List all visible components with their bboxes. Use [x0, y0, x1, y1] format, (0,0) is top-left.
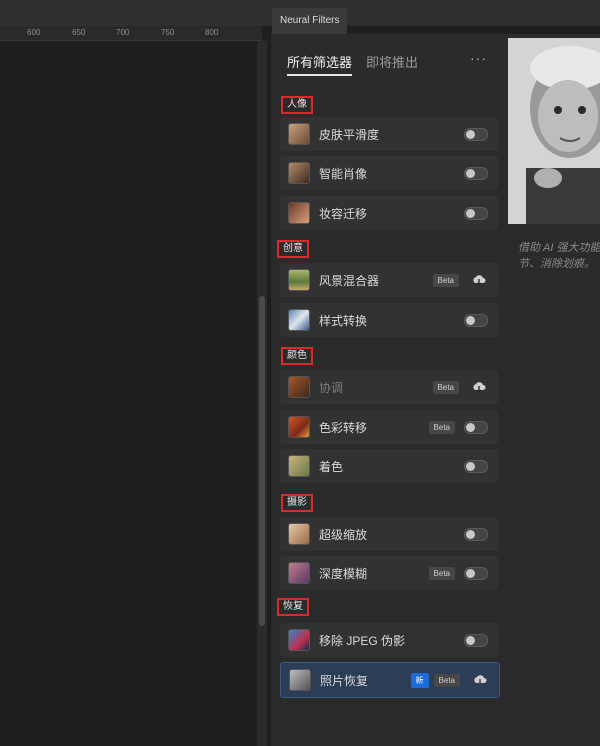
filter-toggle[interactable] — [464, 313, 488, 327]
section-label-restoration: 恢复 — [277, 598, 309, 616]
portrait-thumb-icon — [288, 202, 310, 224]
filter-row-style-transfer[interactable]: 样式转换 — [280, 303, 498, 337]
portrait-thumb-icon — [288, 123, 310, 145]
filter-label: 风景混合器 — [319, 273, 380, 288]
section-label-creative: 创意 — [277, 240, 309, 258]
filter-toggle[interactable] — [464, 206, 488, 220]
filter-label: 皮肤平滑度 — [319, 127, 380, 142]
filter-label: 妆容迁移 — [319, 206, 368, 221]
filter-tabs: 所有筛选器 即将推出 — [287, 52, 418, 76]
color-thumb-icon — [288, 416, 310, 438]
horizontal-ruler: 600 650 700 750 800 — [0, 26, 262, 41]
new-badge: 新 — [410, 672, 429, 688]
restore-thumb-icon — [289, 669, 311, 691]
filter-row-colorize[interactable]: 着色 — [280, 449, 498, 483]
filter-preview-image — [508, 38, 600, 224]
tab-coming-soon[interactable]: 即将推出 — [366, 52, 418, 76]
panel-tab-neural-filters[interactable]: Neural Filters — [272, 8, 348, 34]
filter-label: 超级缩放 — [319, 527, 368, 542]
filter-label: 协调 — [319, 380, 344, 395]
beta-badge: Beta — [428, 566, 455, 580]
filter-toggle[interactable] — [464, 166, 488, 180]
portrait-thumb-icon — [288, 162, 310, 184]
document-canvas[interactable] — [0, 41, 255, 746]
filter-row-color-transfer[interactable]: 色彩转移 Beta — [280, 410, 498, 444]
photo-thumb-icon — [288, 523, 310, 545]
section-label-photography: 摄影 — [281, 494, 313, 512]
filter-toggle[interactable] — [464, 527, 488, 541]
filter-row-makeup-transfer[interactable]: 妆容迁移 — [280, 196, 498, 230]
filter-row-super-zoom[interactable]: 超级缩放 — [280, 517, 498, 551]
ruler-tick: 600 — [27, 28, 41, 37]
beta-badge: Beta — [432, 273, 459, 287]
scrollbar-thumb[interactable] — [259, 296, 265, 626]
filter-row-skin-smoothing[interactable]: 皮肤平滑度 — [280, 117, 498, 151]
color-thumb-icon — [288, 376, 310, 398]
filter-row-jpeg-artifacts[interactable]: 移除 JPEG 伪影 — [280, 623, 498, 657]
cloud-download-icon[interactable] — [468, 273, 490, 287]
section-label-color: 颜色 — [281, 347, 313, 365]
beta-badge: Beta — [433, 673, 460, 687]
filter-label: 智能肖像 — [319, 166, 368, 181]
filter-toggle[interactable] — [464, 566, 488, 580]
beta-badge: Beta — [432, 380, 459, 394]
section-label-portrait: 人像 — [281, 96, 313, 114]
filter-label: 着色 — [319, 459, 344, 474]
neural-filters-panel: 所有筛选器 即将推出 ··· 人像 皮肤平滑度 智能肖像 妆容迁移 创意 风景混… — [270, 34, 508, 746]
filter-toggle[interactable] — [464, 459, 488, 473]
cloud-download-icon[interactable] — [468, 380, 490, 394]
ruler-tick: 750 — [161, 28, 175, 37]
filter-row-photo-restoration[interactable]: 照片恢复 新 Beta — [280, 662, 500, 698]
filter-row-smart-portrait[interactable]: 智能肖像 — [280, 156, 498, 190]
more-options-icon[interactable]: ··· — [470, 50, 487, 66]
filter-row-harmonization[interactable]: 协调 Beta — [280, 370, 498, 404]
filter-label: 深度模糊 — [319, 566, 368, 581]
filter-toggle[interactable] — [464, 633, 488, 647]
restore-thumb-icon — [288, 629, 310, 651]
ruler-tick: 650 — [72, 28, 86, 37]
cloud-download-icon[interactable] — [469, 673, 491, 687]
color-thumb-icon — [288, 455, 310, 477]
description-line: 节、消除划痕。 — [518, 258, 595, 270]
filter-description: 借助 AI 强大功能 节、消除划痕。 — [518, 240, 600, 272]
ruler-tick: 700 — [116, 28, 130, 37]
beta-badge: Beta — [428, 420, 455, 434]
photo-thumb-icon — [288, 562, 310, 584]
filter-row-depth-blur[interactable]: 深度模糊 Beta — [280, 556, 498, 590]
tab-all-filters[interactable]: 所有筛选器 — [287, 52, 353, 76]
ruler-tick: 800 — [205, 28, 219, 37]
filter-label: 移除 JPEG 伪影 — [319, 633, 406, 648]
description-line: 借助 AI 强大功能 — [518, 242, 600, 254]
filter-label: 样式转换 — [319, 313, 368, 328]
filter-row-landscape-mixer[interactable]: 风景混合器 Beta — [280, 263, 498, 297]
filter-toggle[interactable] — [464, 420, 488, 434]
filter-label: 照片恢复 — [320, 673, 369, 688]
filter-label: 色彩转移 — [319, 420, 368, 435]
filter-toggle[interactable] — [464, 127, 488, 141]
landscape-thumb-icon — [288, 269, 310, 291]
style-thumb-icon — [288, 309, 310, 331]
canvas-scrollbar[interactable] — [257, 41, 267, 746]
